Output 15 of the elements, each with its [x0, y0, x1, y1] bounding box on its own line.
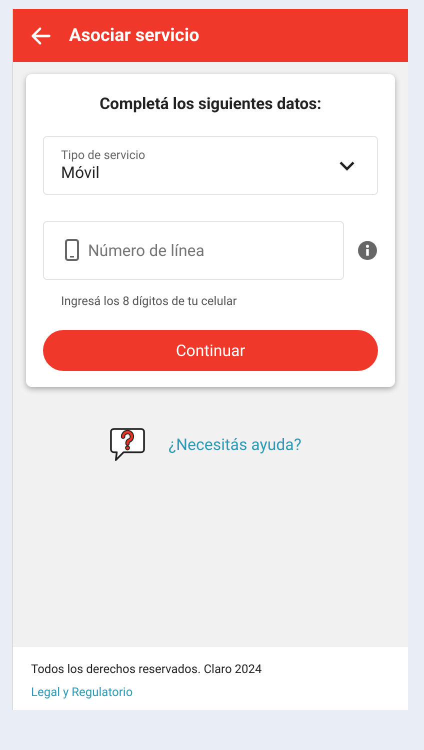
help-link[interactable]: ¿Necesitás ayuda?	[168, 432, 302, 456]
line-number-field[interactable]: Número de línea	[43, 221, 344, 280]
phone-icon	[65, 239, 79, 261]
question-bubble-icon	[110, 427, 145, 462]
card-heading: Completá los siguientes datos:	[98, 93, 322, 115]
field-hint: Ingresá los 8 dígitos de tu celular	[61, 293, 238, 310]
copyright-text: Todos los derechos reservados. Claro 2024	[31, 661, 263, 678]
chevron-down-icon	[339, 160, 355, 170]
dropdown-label: Tipo de servicio	[61, 148, 146, 162]
continue-button[interactable]: Continuar	[43, 330, 378, 371]
service-type-dropdown[interactable]: Tipo de servicio Móvil	[43, 136, 378, 195]
info-icon[interactable]	[358, 241, 377, 260]
page-title: Asociar servicio	[69, 24, 200, 48]
legal-link[interactable]: Legal y Regulatorio	[31, 685, 133, 699]
dropdown-value: Móvil	[61, 162, 101, 184]
